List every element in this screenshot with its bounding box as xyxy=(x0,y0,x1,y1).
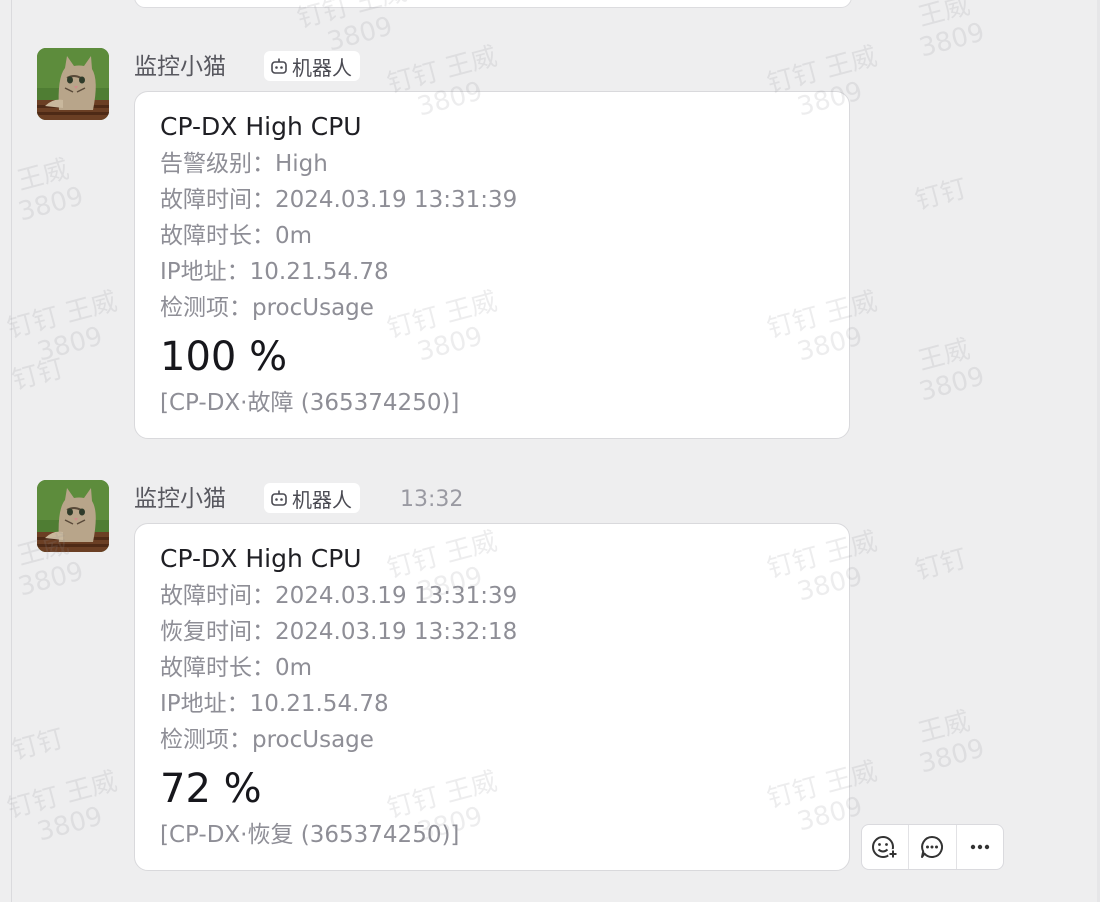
alert-field: IP地址：10.21.54.78 xyxy=(160,257,389,287)
more-horizontal-icon xyxy=(970,844,990,850)
message-time: 13:32 xyxy=(400,487,464,512)
field-label: 告警级别： xyxy=(160,151,275,177)
watermark-text: 王威 3809 xyxy=(915,334,988,408)
sender-name[interactable]: 监控小猫 xyxy=(134,484,226,514)
reply-button[interactable] xyxy=(909,825,957,869)
alert-field: 恢复时间：2024.03.19 13:32:18 xyxy=(160,617,517,647)
field-label: 检测项： xyxy=(160,295,252,321)
field-value: 0m xyxy=(275,655,313,681)
watermark-text: 钉钉 王威 3809 xyxy=(4,286,121,368)
alert-card[interactable]: CP-DX High CPU 告警级别：High 故障时间：2024.03.19… xyxy=(134,91,850,439)
field-value: 2024.03.19 13:31:39 xyxy=(275,187,518,213)
watermark-text: 钉钉 xyxy=(9,723,68,767)
watermark-text: 王威 3809 xyxy=(14,154,87,228)
previous-message-card xyxy=(134,0,852,8)
robot-icon xyxy=(271,58,287,74)
alert-footer: [CP-DX·恢复 (365374250)] xyxy=(160,822,460,848)
watermark-text: 王威 3809 xyxy=(915,706,988,780)
alert-field: 故障时长：0m xyxy=(160,221,312,251)
more-button[interactable] xyxy=(957,825,1003,869)
robot-icon xyxy=(271,490,287,506)
bot-badge-label: 机器人 xyxy=(292,487,352,512)
field-value: 10.21.54.78 xyxy=(249,259,389,285)
sender-avatar[interactable] xyxy=(37,48,109,120)
comment-icon xyxy=(921,836,944,858)
field-label: 故障时间： xyxy=(160,187,275,213)
field-label: 故障时长： xyxy=(160,655,275,681)
watermark-text: 王威 3809 xyxy=(915,0,988,64)
field-label: IP地址： xyxy=(160,259,250,285)
alert-field: 故障时间：2024.03.19 13:31:39 xyxy=(160,581,517,611)
chat-pane-border xyxy=(11,0,12,902)
alert-field: IP地址：10.21.54.78 xyxy=(160,689,389,719)
field-label: 故障时长： xyxy=(160,223,275,249)
message-action-bar xyxy=(861,824,1004,870)
emoji-add-icon xyxy=(872,836,899,859)
field-value: 0m xyxy=(275,223,313,249)
watermark-text: 钉钉 xyxy=(9,353,68,397)
metric-value: 72 % xyxy=(160,766,262,812)
bot-badge-label: 机器人 xyxy=(292,55,352,80)
watermark-text: 钉钉 王威 3809 xyxy=(4,766,121,848)
alert-footer: [CP-DX·故障 (365374250)] xyxy=(160,390,460,416)
field-value: 2024.03.19 13:32:18 xyxy=(275,619,518,645)
field-value: 2024.03.19 13:31:39 xyxy=(275,583,518,609)
alert-field: 检测项：procUsage xyxy=(160,725,374,755)
watermark-text: 钉钉 xyxy=(912,173,971,217)
field-value: procUsage xyxy=(252,295,374,321)
sender-name[interactable]: 监控小猫 xyxy=(134,52,226,82)
bot-badge: 机器人 xyxy=(264,51,360,81)
add-emoji-button[interactable] xyxy=(862,825,910,869)
field-label: IP地址： xyxy=(160,691,250,717)
watermark-text: 钉钉 xyxy=(912,543,971,587)
alert-field: 故障时间：2024.03.19 13:31:39 xyxy=(160,185,517,215)
field-label: 恢复时间： xyxy=(160,619,275,645)
field-value: procUsage xyxy=(252,727,374,753)
bot-badge: 机器人 xyxy=(264,483,360,513)
alert-title: CP-DX High CPU xyxy=(160,544,362,573)
field-value: 10.21.54.78 xyxy=(249,691,389,717)
alert-field: 检测项：procUsage xyxy=(160,293,374,323)
metric-value: 100 % xyxy=(160,334,288,380)
field-label: 故障时间： xyxy=(160,583,275,609)
field-label: 检测项： xyxy=(160,727,252,753)
alert-title: CP-DX High CPU xyxy=(160,112,362,141)
alert-card[interactable]: CP-DX High CPU 故障时间：2024.03.19 13:31:39 … xyxy=(134,523,850,871)
field-value: High xyxy=(275,151,328,177)
sender-avatar[interactable] xyxy=(37,480,109,552)
alert-field: 故障时长：0m xyxy=(160,653,312,683)
alert-field: 告警级别：High xyxy=(160,149,328,179)
